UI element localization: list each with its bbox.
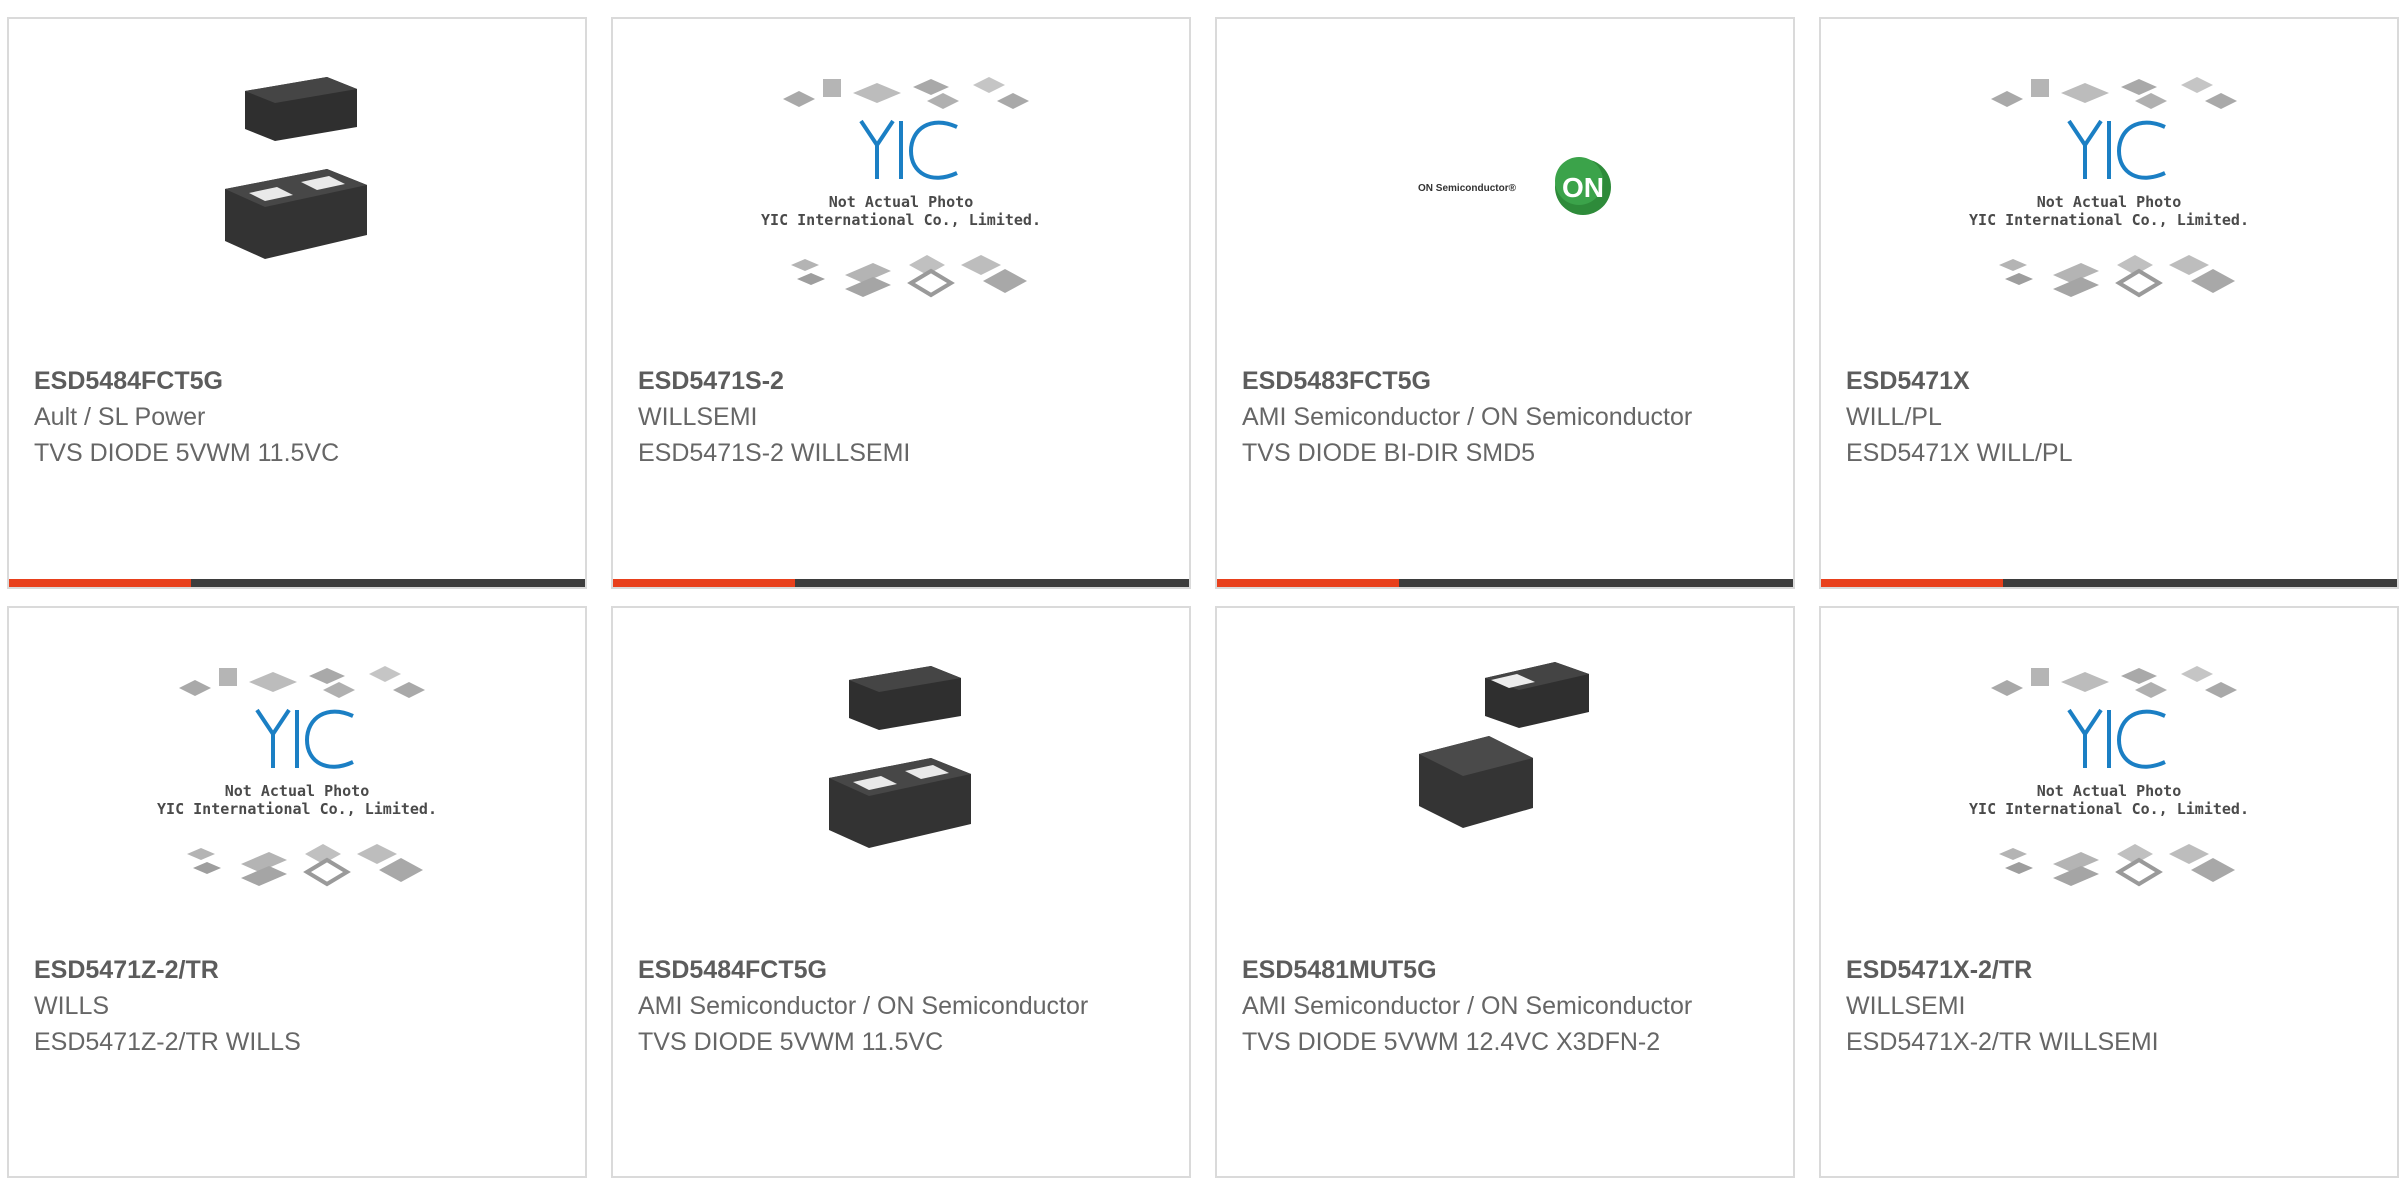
package-dual-chip-image: [829, 666, 971, 848]
manufacturer: AMI Semiconductor / ON Semiconductor: [1242, 992, 1693, 1020]
part-number[interactable]: ESD5481MUT5G: [1242, 956, 1437, 984]
product-image[interactable]: Not Actual Photo YIC International Co., …: [1821, 69, 2397, 349]
yic-logo: [859, 119, 958, 180]
yic-logo: [255, 708, 354, 769]
product-card[interactable]: Not Actual Photo YIC International Co., …: [1819, 606, 2399, 1178]
description: TVS DIODE BI-DIR SMD5: [1242, 439, 1536, 467]
company-caption: YIC International Co., Limited.: [761, 211, 1041, 229]
card-bottom-bar: [9, 579, 585, 587]
manufacturer: AMI Semiconductor / ON Semiconductor: [638, 992, 1089, 1020]
card-bottom-bar: [1821, 579, 2397, 587]
description: ESD5471X WILL/PL: [1846, 439, 2073, 467]
on-semi-wordmark: ON Semiconductor®: [1418, 183, 1517, 194]
product-card[interactable]: Not Actual Photo YIC International Co., …: [1819, 17, 2399, 589]
description: TVS DIODE 5VWM 11.5VC: [638, 1028, 944, 1056]
company-caption: YIC International Co., Limited.: [1969, 800, 2249, 818]
package-dual-chip-image: [225, 77, 367, 259]
yic-logo: [2067, 708, 2166, 769]
card-bottom-bar: [1217, 579, 1793, 587]
yic-logo: [2067, 119, 2166, 180]
part-number[interactable]: ESD5471S-2: [638, 367, 784, 395]
product-card[interactable]: Not Actual Photo YIC International Co., …: [611, 17, 1191, 589]
on-semi-logo-image: ON Semiconductor® ON: [1418, 157, 1611, 215]
part-number[interactable]: ESD5484FCT5G: [638, 956, 827, 984]
manufacturer: AMI Semiconductor / ON Semiconductor: [1242, 403, 1693, 431]
product-grid: ESD5484FCT5G Ault / SL Power TVS DIODE 5…: [0, 0, 2400, 1178]
manufacturer: WILLSEMI: [1846, 992, 1966, 1020]
photo-caption: Not Actual Photo: [2037, 782, 2182, 800]
description: TVS DIODE 5VWM 12.4VC X3DFN-2: [1242, 1028, 1661, 1056]
product-image[interactable]: ON Semiconductor® ON: [1217, 69, 1793, 349]
product-info: ESD5481MUT5G AMI Semiconductor / ON Semi…: [1242, 952, 1772, 1060]
part-number[interactable]: ESD5471Z-2/TR: [34, 956, 219, 984]
part-number[interactable]: ESD5471X-2/TR: [1846, 956, 2032, 984]
product-info: ESD5484FCT5G Ault / SL Power TVS DIODE 5…: [34, 363, 564, 471]
yic-placeholder-image: Not Actual Photo YIC International Co., …: [1969, 666, 2249, 887]
package-two-chips-image: [1419, 662, 1589, 828]
product-image[interactable]: Not Actual Photo YIC International Co., …: [613, 69, 1189, 349]
description: TVS DIODE 5VWM 11.5VC: [34, 439, 340, 467]
card-bottom-bar: [613, 579, 1189, 587]
description: ESD5471X-2/TR WILLSEMI: [1846, 1028, 2159, 1056]
part-number[interactable]: ESD5471X: [1846, 367, 1970, 395]
product-info: ESD5483FCT5G AMI Semiconductor / ON Semi…: [1242, 363, 1772, 471]
product-info: ESD5484FCT5G AMI Semiconductor / ON Semi…: [638, 952, 1168, 1060]
manufacturer: WILLS: [34, 992, 110, 1020]
card-accent-bar: [613, 579, 795, 587]
product-info: ESD5471Z-2/TR WILLS ESD5471Z-2/TR WILLS: [34, 952, 564, 1060]
card-accent-bar: [9, 579, 191, 587]
manufacturer: WILL/PL: [1846, 403, 1942, 431]
photo-caption: Not Actual Photo: [829, 193, 974, 211]
part-number[interactable]: ESD5483FCT5G: [1242, 367, 1431, 395]
product-image[interactable]: Not Actual Photo YIC International Co., …: [1821, 658, 2397, 938]
product-image[interactable]: [9, 69, 585, 349]
product-image[interactable]: [1217, 658, 1793, 938]
description: ESD5471Z-2/TR WILLS: [34, 1028, 301, 1056]
manufacturer: WILLSEMI: [638, 403, 758, 431]
product-card[interactable]: ESD5484FCT5G Ault / SL Power TVS DIODE 5…: [7, 17, 587, 589]
photo-caption: Not Actual Photo: [2037, 193, 2182, 211]
product-card[interactable]: ON Semiconductor® ON ESD5483FCT5G AMI Se…: [1215, 17, 1795, 589]
manufacturer: Ault / SL Power: [34, 403, 206, 431]
description: ESD5471S-2 WILLSEMI: [638, 439, 911, 467]
yic-placeholder-image: Not Actual Photo YIC International Co., …: [1969, 77, 2249, 298]
product-image[interactable]: [613, 658, 1189, 938]
on-semi-badge-text: ON: [1562, 172, 1604, 203]
product-card[interactable]: ESD5481MUT5G AMI Semiconductor / ON Semi…: [1215, 606, 1795, 1178]
product-card[interactable]: Not Actual Photo YIC International Co., …: [7, 606, 587, 1178]
product-info: ESD5471S-2 WILLSEMI ESD5471S-2 WILLSEMI: [638, 363, 1168, 471]
part-number[interactable]: ESD5484FCT5G: [34, 367, 223, 395]
product-info: ESD5471X-2/TR WILLSEMI ESD5471X-2/TR WIL…: [1846, 952, 2376, 1060]
company-caption: YIC International Co., Limited.: [1969, 211, 2249, 229]
card-accent-bar: [1217, 579, 1399, 587]
product-card[interactable]: ESD5484FCT5G AMI Semiconductor / ON Semi…: [611, 606, 1191, 1178]
product-image[interactable]: Not Actual Photo YIC International Co., …: [9, 658, 585, 938]
yic-placeholder-image: Not Actual Photo YIC International Co., …: [157, 666, 437, 887]
company-caption: YIC International Co., Limited.: [157, 800, 437, 818]
photo-caption: Not Actual Photo: [225, 782, 370, 800]
card-accent-bar: [1821, 579, 2003, 587]
product-info: ESD5471X WILL/PL ESD5471X WILL/PL: [1846, 363, 2376, 471]
yic-placeholder-image: Not Actual Photo YIC International Co., …: [761, 77, 1041, 298]
